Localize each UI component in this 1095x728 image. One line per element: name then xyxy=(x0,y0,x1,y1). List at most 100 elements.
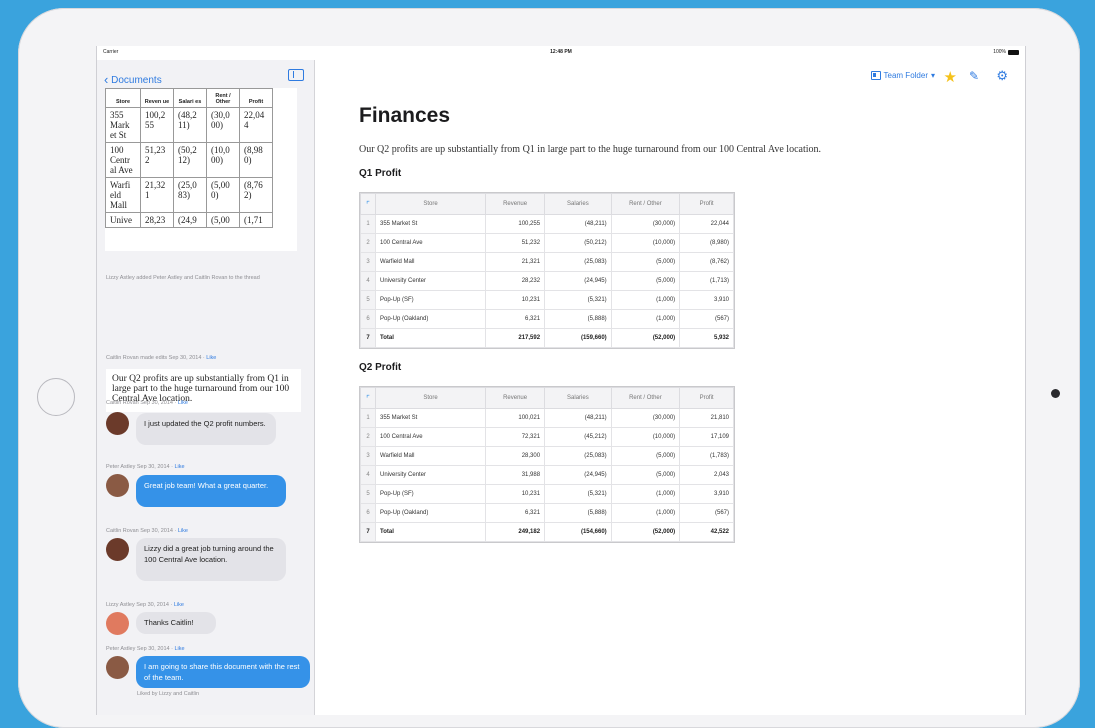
row-number[interactable]: 4 xyxy=(360,271,376,291)
table-cell[interactable]: (24,945) xyxy=(544,465,612,485)
avatar[interactable] xyxy=(106,474,129,497)
like-link[interactable]: Like xyxy=(178,528,188,534)
table-cell[interactable]: (50,212) xyxy=(544,233,612,253)
column-header[interactable]: Rent / Other xyxy=(610,193,681,215)
row-number[interactable]: 4 xyxy=(360,465,376,485)
table-cell[interactable]: 3,910 xyxy=(679,290,734,310)
table-cell[interactable]: 22,044 xyxy=(679,214,734,234)
table-cell[interactable]: (45,212) xyxy=(544,427,612,447)
column-header[interactable]: Store xyxy=(374,387,487,409)
table-cell[interactable]: (1,000) xyxy=(610,503,681,523)
table-cell[interactable]: 217,592 xyxy=(485,328,546,348)
table-cell[interactable]: 72,321 xyxy=(485,427,546,447)
table-cell[interactable]: (8,762) xyxy=(679,252,734,272)
row-number[interactable]: 2 xyxy=(360,233,376,253)
table-cell[interactable]: (5,000) xyxy=(610,446,681,466)
row-number[interactable]: 7 xyxy=(360,522,376,542)
row-number[interactable]: 1 xyxy=(360,214,376,234)
table-cell[interactable]: 5,932 xyxy=(679,328,734,348)
table-cell[interactable]: (159,660) xyxy=(544,328,612,348)
table-cell[interactable]: (8,980) xyxy=(679,233,734,253)
table-cell[interactable]: 249,182 xyxy=(485,522,546,542)
star-icon[interactable]: ★ xyxy=(944,68,957,86)
table-cell[interactable]: 21,810 xyxy=(679,408,734,428)
avatar[interactable] xyxy=(106,538,129,561)
table-cell[interactable]: Total xyxy=(374,522,487,542)
table-cell[interactable]: 355 Market St xyxy=(374,214,487,234)
row-number[interactable]: 7 xyxy=(360,328,376,348)
table-cell[interactable]: (1,000) xyxy=(610,290,681,310)
column-header[interactable]: Salaries xyxy=(544,387,612,409)
like-link[interactable]: Like xyxy=(175,464,185,470)
row-number[interactable]: 3 xyxy=(360,446,376,466)
row-number[interactable]: 2 xyxy=(360,427,376,447)
table-cell[interactable]: Pop-Up (SF) xyxy=(374,484,487,504)
table-cell[interactable]: 6,321 xyxy=(485,309,546,329)
table-cell[interactable]: Pop-Up (Oakland) xyxy=(374,503,487,523)
table-cell[interactable]: Pop-Up (SF) xyxy=(374,290,487,310)
column-header[interactable]: Revenue xyxy=(485,193,546,215)
table-cell[interactable]: (567) xyxy=(679,503,734,523)
table-cell[interactable]: 3,910 xyxy=(679,484,734,504)
table-cell[interactable]: 100 Central Ave xyxy=(374,427,487,447)
table-cell[interactable]: (567) xyxy=(679,309,734,329)
table-cell[interactable]: (48,211) xyxy=(544,408,612,428)
select-all-corner[interactable]: ⌜ xyxy=(360,387,376,409)
table-cell[interactable]: (5,000) xyxy=(610,271,681,291)
table-cell[interactable]: 21,321 xyxy=(485,252,546,272)
row-number[interactable]: 5 xyxy=(360,290,376,310)
table-cell[interactable]: (30,000) xyxy=(610,408,681,428)
table-cell[interactable]: (5,321) xyxy=(544,290,612,310)
table-cell[interactable]: 28,300 xyxy=(485,446,546,466)
table-cell[interactable]: 100,021 xyxy=(485,408,546,428)
row-number[interactable]: 3 xyxy=(360,252,376,272)
team-folder-button[interactable]: Team Folder ▾ xyxy=(870,71,935,80)
row-number[interactable]: 1 xyxy=(360,408,376,428)
table-cell[interactable]: 100,255 xyxy=(485,214,546,234)
table-cell[interactable]: Warfield Mall xyxy=(374,252,487,272)
column-header[interactable]: Store xyxy=(374,193,487,215)
table-cell[interactable]: (1,000) xyxy=(610,309,681,329)
table-cell[interactable]: Pop-Up (Oakland) xyxy=(374,309,487,329)
table-cell[interactable]: (5,000) xyxy=(610,252,681,272)
column-header[interactable]: Profit xyxy=(679,387,734,409)
table-cell[interactable]: (154,660) xyxy=(544,522,612,542)
table-cell[interactable]: (24,945) xyxy=(544,271,612,291)
avatar[interactable] xyxy=(106,656,129,679)
table-cell[interactable]: Total xyxy=(374,328,487,348)
row-number[interactable]: 6 xyxy=(360,503,376,523)
table-cell[interactable]: 10,231 xyxy=(485,484,546,504)
table-cell[interactable]: 42,522 xyxy=(679,522,734,542)
row-number[interactable]: 5 xyxy=(360,484,376,504)
table-cell[interactable]: 6,321 xyxy=(485,503,546,523)
table-cell[interactable]: (1,783) xyxy=(679,446,734,466)
column-header[interactable]: Rent / Other xyxy=(610,387,681,409)
table-cell[interactable]: 28,232 xyxy=(485,271,546,291)
back-to-documents-button[interactable]: ‹ Documents xyxy=(104,71,162,87)
q2-spreadsheet[interactable]: ⌜ Store Revenue Salaries Rent / Other Profit … xyxy=(359,386,735,543)
table-cell[interactable]: 10,231 xyxy=(485,290,546,310)
table-cell[interactable]: (48,211) xyxy=(544,214,612,234)
table-cell[interactable]: (52,000) xyxy=(610,328,681,348)
avatar[interactable] xyxy=(106,612,129,635)
table-cell[interactable]: 355 Market St xyxy=(374,408,487,428)
column-header[interactable]: Revenue xyxy=(485,387,546,409)
table-cell[interactable]: 31,988 xyxy=(485,465,546,485)
like-link[interactable]: Like xyxy=(174,602,184,608)
table-cell[interactable]: (25,083) xyxy=(544,252,612,272)
sidebar-toggle-icon[interactable] xyxy=(288,69,304,81)
table-cell[interactable]: (1,713) xyxy=(679,271,734,291)
table-cell[interactable]: University Center xyxy=(374,271,487,291)
like-link[interactable]: Like xyxy=(178,400,188,406)
table-cell[interactable]: 2,043 xyxy=(679,465,734,485)
like-link[interactable]: Like xyxy=(175,646,185,652)
edit-pen-icon[interactable]: ✎ xyxy=(969,69,979,83)
table-cell[interactable]: (5,888) xyxy=(544,503,612,523)
table-cell[interactable]: University Center xyxy=(374,465,487,485)
table-cell[interactable]: (30,000) xyxy=(610,214,681,234)
like-link[interactable]: Like xyxy=(206,355,216,361)
table-cell[interactable]: (10,000) xyxy=(610,427,681,447)
column-header[interactable]: Salaries xyxy=(544,193,612,215)
home-button[interactable] xyxy=(37,378,75,416)
table-cell[interactable]: 17,109 xyxy=(679,427,734,447)
